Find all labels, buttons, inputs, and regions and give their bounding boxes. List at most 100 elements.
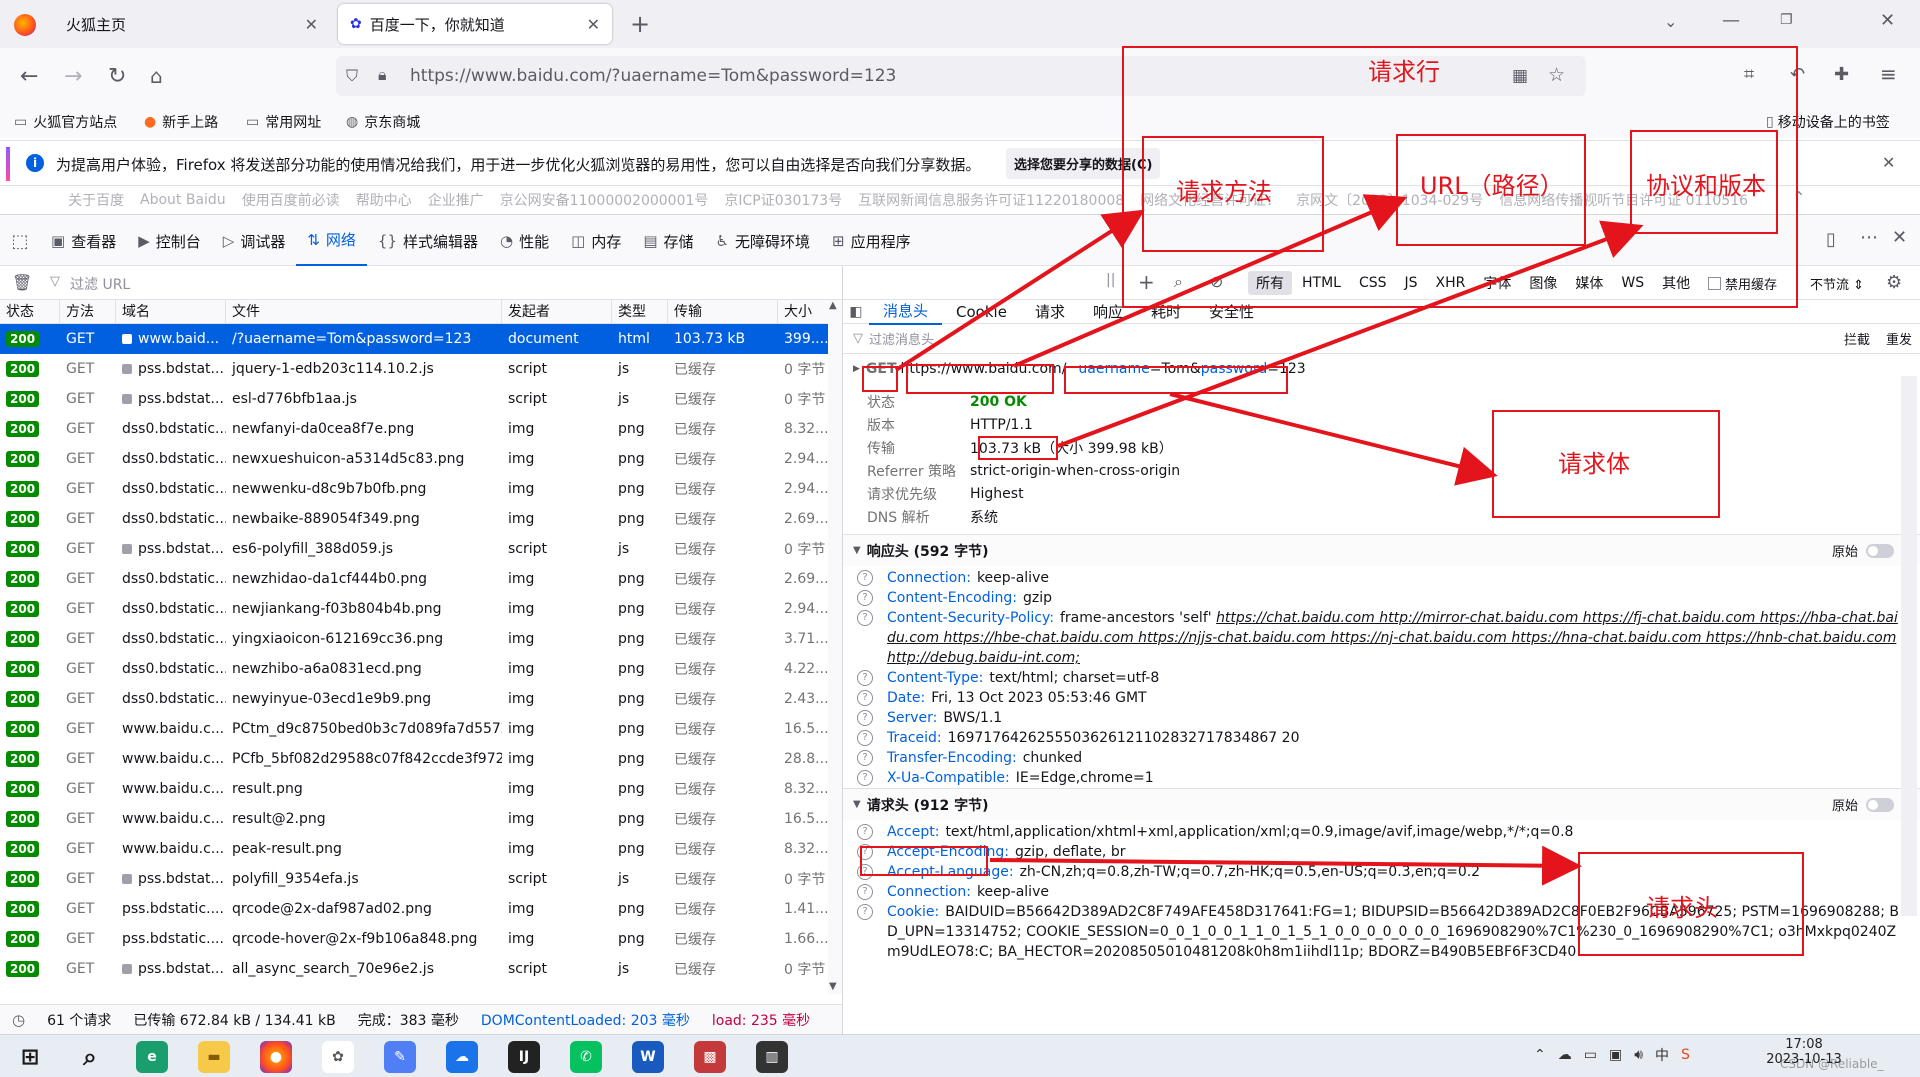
table-row[interactable]: 200 GET www.baidu.c... result.png img png 已缓存 8… [0,774,842,804]
table-row[interactable]: 200 GET dss0.bdstatic... newwenku-d8c9b7b0f… [0,474,842,504]
cloud-icon[interactable]: ☁ [1558,1047,1572,1063]
tab-storage[interactable]: ▤ 存储 [632,215,704,267]
list-tabs-chevron-icon[interactable]: ⌄ [1664,12,1677,31]
column-header[interactable]: 文件 [226,300,502,323]
details-scrollbar[interactable] [1901,376,1917,916]
sogou-icon[interactable]: S [1681,1047,1690,1063]
tab-baidu[interactable]: ✿ 百度一下，你就知道 ✕ [338,4,612,44]
header-row[interactable]: ? Traceid: 1697176426255503626121102832717… [843,728,1920,748]
menu-icon[interactable]: ≡ [1880,62,1897,86]
footer-link[interactable]: 关于百度 [68,190,124,210]
tab-style-editor[interactable]: {} 样式编辑器 [367,215,489,267]
restore-icon[interactable]: ❐ [1780,12,1793,28]
header-row[interactable]: ? Accept: text/html,application/xhtml+xml,… [843,822,1920,842]
header-row[interactable]: ? Content-Encoding: gzip [843,588,1920,608]
tab-application[interactable]: ⊞ 应用程序 [821,215,922,267]
footer-link[interactable]: 企业推广 [428,190,484,210]
help-icon[interactable]: ? [857,710,873,726]
column-header[interactable]: 发起者 [502,300,612,323]
word-icon[interactable]: W [632,1041,664,1073]
chevron-down-icon[interactable]: ▼ [829,981,837,992]
column-header[interactable]: 传输 [668,300,778,323]
block-button[interactable]: 拦截 [1844,329,1870,348]
column-header[interactable]: 域名 [116,300,226,323]
edge-icon[interactable]: e [136,1041,168,1073]
close-icon[interactable]: ✕ [305,15,318,34]
header-row[interactable]: ? Content-Security-Policy: frame-ancestors… [843,608,1920,668]
table-row[interactable]: 200 GET www.baidu.c... result@2.png img png 已缓… [0,804,842,834]
gear-icon[interactable]: ⚙ [1886,272,1902,293]
toggle-sidebar-icon[interactable]: ◧ [843,304,869,320]
footer-link[interactable]: 京公网安备11000002000001号 [500,190,709,210]
header-row[interactable]: ? X-Ua-Compatible: IE=Edge,chrome=1 [843,768,1920,788]
ime-icon[interactable]: 中 [1655,1045,1669,1065]
close-devtools-icon[interactable]: ✕ [1892,227,1907,248]
tab-performance[interactable]: ◔ 性能 [489,215,560,267]
footer-link[interactable]: About Baidu [140,192,226,208]
table-row[interactable]: 200 GET dss0.bdstatic... yingxiaoicon-61216… [0,624,842,654]
footer-link[interactable]: 京ICP证030173号 [724,190,842,210]
table-row[interactable]: 200 GET pss.bdstatic.... qrcode@2x-daf987ad… [0,894,842,924]
network-icon[interactable]: ▭ [1584,1047,1597,1063]
help-icon[interactable]: ? [857,824,873,840]
tab-network[interactable]: ⇅ 网络 [296,215,367,267]
help-icon[interactable]: ? [857,904,873,920]
table-row[interactable]: 200 GET pss.bdstat... jquery-1-edb203c114.1… [0,354,842,384]
minimize-icon[interactable]: — [1722,10,1740,31]
window-close-icon[interactable]: ✕ [1880,10,1895,31]
trash-icon[interactable]: 🗑︎ [12,273,32,292]
request-headers-header[interactable]: ▼ 请求头 (912 字节) 原始 [843,788,1920,820]
help-icon[interactable]: ? [857,770,873,786]
bookmark-getting-started[interactable]: ● 新手上路 [144,112,218,132]
volume-icon[interactable]: 🔊︎ [1634,1047,1643,1063]
display-icon[interactable]: ▣ [1609,1047,1622,1063]
wechat-icon[interactable]: ✆ [570,1041,602,1073]
close-icon[interactable]: ✕ [1882,153,1895,172]
table-row[interactable]: 200 GET www.baidu.c... peak-result.png img pn… [0,834,842,864]
table-scrollbar[interactable]: ▲ ▼ [828,300,842,994]
table-row[interactable]: 200 GET pss.bdstat... esl-d776bfb1aa.js scri… [0,384,842,414]
tab-cookie[interactable]: Cookie [942,300,1021,324]
extensions-icon[interactable]: ✚ [1834,64,1849,85]
table-row[interactable]: 200 GET dss0.bdstatic... newzhidao-da1cf444… [0,564,842,594]
headers-filter-input[interactable]: 过滤消息头 [869,329,1844,348]
intellij-icon[interactable]: IJ [508,1041,540,1073]
tab-request[interactable]: 请求 [1021,300,1079,324]
expand-arrow-icon[interactable]: ▶ [853,364,860,374]
home-icon[interactable]: ⌂ [150,64,163,88]
search-icon[interactable]: ⌕ [74,1041,106,1073]
help-icon[interactable]: ? [857,730,873,746]
notes-icon[interactable]: ✎ [384,1041,416,1073]
tab-inspector[interactable]: ▣ 查看器 [40,215,127,267]
table-row[interactable]: 200 GET dss0.bdstatic... newxueshuicon-a531… [0,444,842,474]
header-row[interactable]: ? Connection: keep-alive [843,568,1920,588]
bookmark-firefox-site[interactable]: ▭ 火狐官方站点 [14,112,117,132]
forward-icon[interactable]: → [64,64,82,89]
raw-toggle[interactable] [1866,543,1894,558]
table-row[interactable]: 200 GET pss.bdstat... es6-polyfill_388d059.… [0,534,842,564]
column-header[interactable]: 类型 [612,300,668,323]
throttle-select[interactable]: 不节流 ⇕ [1810,274,1864,293]
table-row[interactable]: 200 GET dss0.bdstatic... newzhibo-a6a0831ec… [0,654,842,684]
help-icon[interactable]: ? [857,884,873,900]
back-icon[interactable]: ← [20,64,38,89]
file-explorer-icon[interactable]: ▬ [198,1041,230,1073]
column-header[interactable]: 状态 [0,300,60,323]
header-row[interactable]: ? Server: BWS/1.1 [843,708,1920,728]
table-row[interactable]: 200 GET dss0.bdstatic... newyinyue-03ecd1e9… [0,684,842,714]
help-icon[interactable]: ? [857,590,873,606]
tab-firefox-home[interactable]: 火狐主页 ✕ [54,4,330,44]
more-options-icon[interactable]: ⋯ [1860,227,1878,248]
tab-headers[interactable]: 消息头 [869,299,943,325]
header-row[interactable]: ? Content-Type: text/html; charset=utf-8 [843,668,1920,688]
bookmark-common-sites[interactable]: ▭ 常用网址 [246,112,321,132]
help-icon[interactable]: ? [857,750,873,766]
firefox-icon[interactable]: ● [260,1041,292,1073]
tab-console[interactable]: ▶ 控制台 [127,215,212,267]
media-app-icon[interactable]: ▥ [756,1041,788,1073]
table-row[interactable]: 200 GET dss0.bdstatic... newbaike-889054f34… [0,504,842,534]
help-icon[interactable]: ? [857,570,873,586]
column-header[interactable]: 方法 [60,300,116,323]
header-row[interactable]: ? Date: Fri, 13 Oct 2023 05:53:46 GMT [843,688,1920,708]
table-row[interactable]: 200 GET pss.bdstatic.... qrcode-hover@2x-f9… [0,924,842,954]
